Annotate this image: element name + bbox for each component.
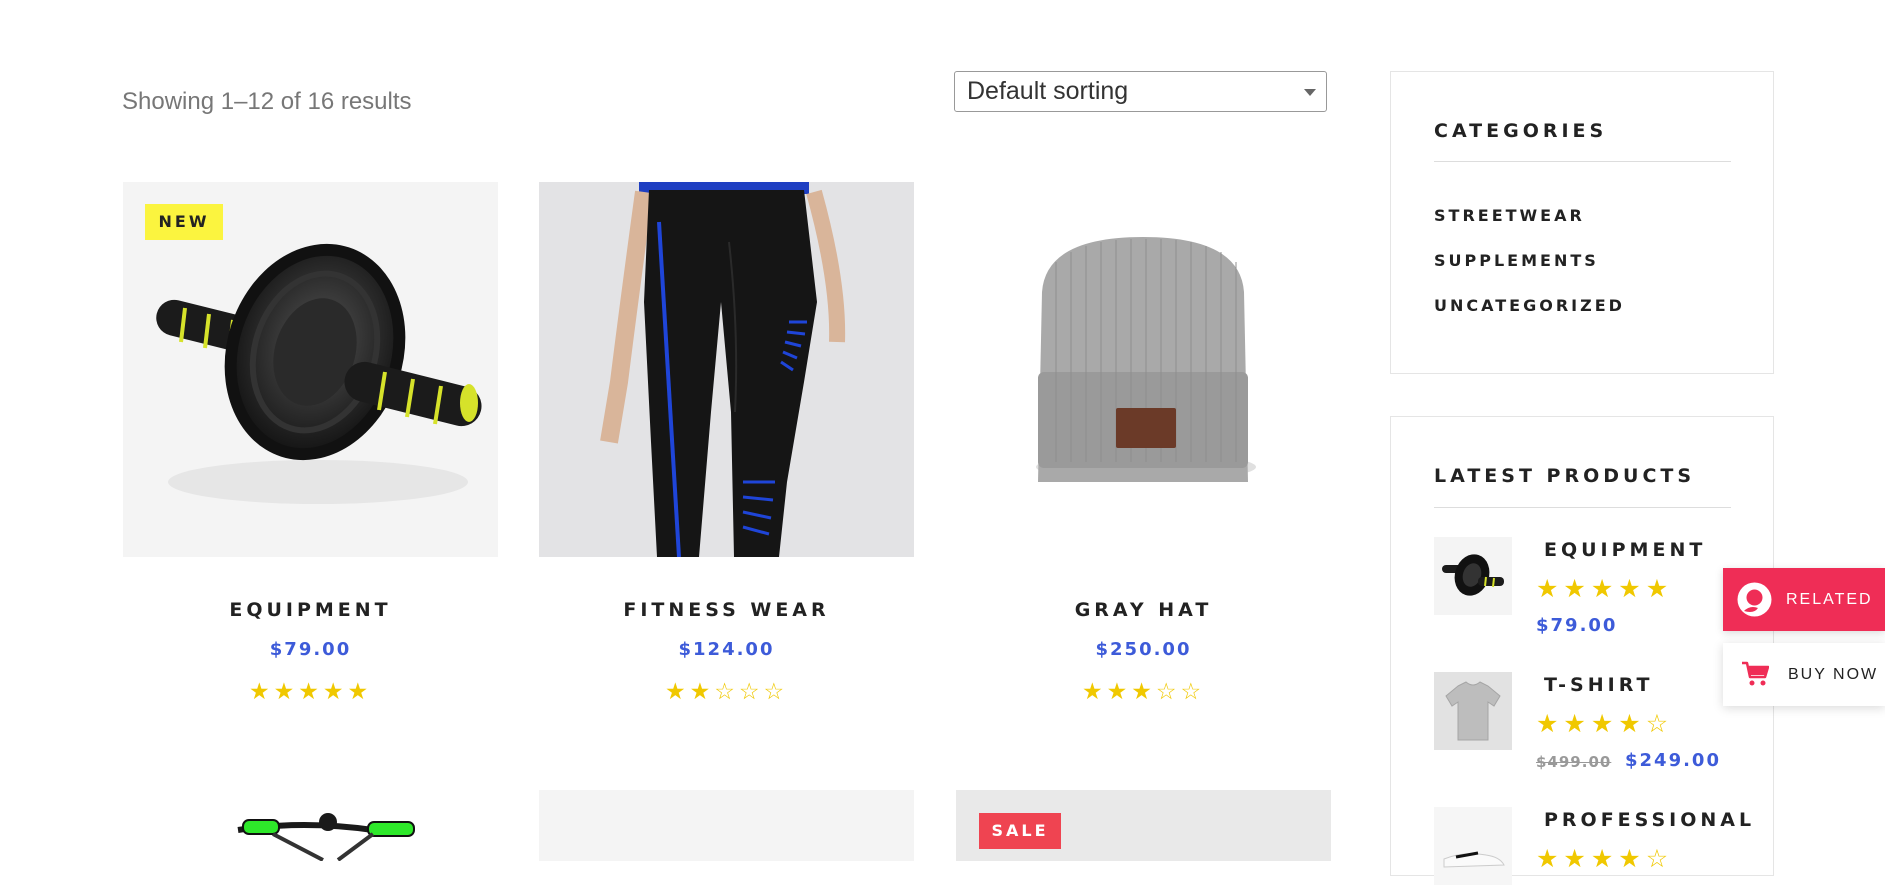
star-filled-icon: ★ — [1536, 574, 1564, 603]
latest-product-old-price: $499.00 — [1536, 753, 1612, 771]
star-filled-icon: ★ — [1563, 709, 1591, 738]
latest-product-title[interactable]: PROFESSIONAL — [1544, 809, 1755, 831]
category-link-supplements[interactable]: SUPPLEMENTS — [1434, 251, 1599, 270]
related-label: RELATED — [1786, 591, 1873, 608]
latest-product-price: $249.00 — [1625, 750, 1721, 771]
star-filled-icon: ★ — [1536, 844, 1564, 873]
star-filled-icon: ★ — [347, 679, 373, 705]
star-rating: ★★★★★ — [123, 679, 498, 705]
gray-hat-image — [1036, 237, 1256, 482]
sort-select[interactable]: Default sorting — [954, 71, 1327, 112]
product-title[interactable]: GRAY HAT — [956, 599, 1331, 621]
star-filled-icon: ★ — [1081, 679, 1107, 705]
buy-now-label: BUY NOW — [1788, 666, 1879, 683]
latest-products-widget: LATEST PRODUCTS EQUIPMENT ★★★★★ $79.00 T… — [1390, 416, 1774, 885]
divider — [1434, 161, 1731, 162]
latest-product-thumb[interactable] — [1434, 672, 1512, 750]
category-link-uncategorized[interactable]: UNCATEGORIZED — [1434, 296, 1625, 315]
product-title[interactable]: FITNESS WEAR — [539, 599, 914, 621]
star-filled-icon: ★ — [1590, 709, 1619, 738]
star-empty-icon: ☆ — [1155, 679, 1181, 705]
star-filled-icon: ★ — [1131, 679, 1156, 705]
sale-badge: SALE — [979, 813, 1061, 849]
bike-image — [237, 813, 415, 861]
star-filled-icon: ★ — [273, 679, 299, 705]
star-rating: ★★★★★ — [1536, 574, 1673, 603]
star-filled-icon: ★ — [1645, 574, 1674, 603]
star-empty-icon: ☆ — [714, 679, 739, 705]
latest-product-price: $79.00 — [1536, 615, 1618, 636]
leggings-image — [600, 182, 846, 557]
star-empty-icon: ☆ — [1180, 679, 1206, 705]
latest-product-title[interactable]: T-SHIRT — [1544, 674, 1653, 696]
star-filled-icon: ★ — [248, 679, 274, 705]
new-badge: NEW — [145, 204, 223, 240]
star-rating: ★★★☆☆ — [956, 679, 1331, 705]
related-button[interactable]: RELATED — [1723, 568, 1885, 631]
buy-now-button[interactable]: BUY NOW — [1723, 643, 1885, 706]
product-image[interactable] — [539, 182, 914, 557]
star-filled-icon: ★ — [1590, 574, 1619, 603]
widget-title: LATEST PRODUCTS — [1434, 465, 1696, 487]
star-filled-icon: ★ — [1106, 679, 1132, 705]
category-link-streetwear[interactable]: STREETWEAR — [1434, 206, 1585, 225]
star-filled-icon: ★ — [1536, 709, 1564, 738]
star-filled-icon: ★ — [298, 679, 323, 705]
categories-widget: CATEGORIES STREETWEAR SUPPLEMENTS UNCATE… — [1390, 71, 1774, 374]
star-empty-icon: ☆ — [763, 679, 789, 705]
star-empty-icon: ☆ — [738, 679, 764, 705]
product-image[interactable] — [123, 790, 498, 861]
latest-product-thumb[interactable] — [1434, 537, 1512, 615]
latest-product-title[interactable]: EQUIPMENT — [1544, 539, 1706, 561]
star-filled-icon: ★ — [1563, 574, 1591, 603]
shoe-thumb — [1443, 851, 1505, 868]
ab-roller-thumb — [1442, 554, 1504, 596]
product-price: $124.00 — [678, 639, 775, 660]
star-empty-icon: ☆ — [1645, 709, 1674, 738]
product-price: $79.00 — [269, 639, 352, 660]
star-filled-icon: ★ — [1563, 844, 1591, 873]
sort-selected-value: Default sorting — [967, 77, 1129, 105]
star-filled-icon: ★ — [1590, 844, 1619, 873]
results-count: Showing 1–12 of 16 results — [122, 88, 412, 115]
product-image[interactable] — [956, 182, 1331, 557]
product-price: $250.00 — [1095, 639, 1192, 660]
product-title[interactable]: EQUIPMENT — [123, 599, 498, 621]
star-rating: ★★★★☆ — [1536, 844, 1673, 873]
tshirt-thumb — [1445, 681, 1501, 741]
product-image[interactable] — [539, 790, 914, 861]
star-filled-icon: ★ — [1618, 574, 1646, 603]
chevron-down-icon — [1304, 89, 1316, 96]
widget-title: CATEGORIES — [1434, 120, 1608, 142]
star-filled-icon: ★ — [322, 679, 348, 705]
cart-icon — [1741, 661, 1770, 687]
divider — [1434, 507, 1731, 508]
star-filled-icon: ★ — [1618, 844, 1646, 873]
star-empty-icon: ☆ — [1645, 844, 1674, 873]
star-filled-icon: ★ — [1618, 709, 1646, 738]
star-filled-icon: ★ — [664, 679, 690, 705]
star-rating: ★★★★☆ — [1536, 709, 1673, 738]
latest-product-thumb[interactable] — [1434, 807, 1512, 885]
star-rating: ★★☆☆☆ — [539, 679, 914, 705]
related-logo-icon — [1736, 581, 1773, 618]
star-filled-icon: ★ — [689, 679, 715, 705]
